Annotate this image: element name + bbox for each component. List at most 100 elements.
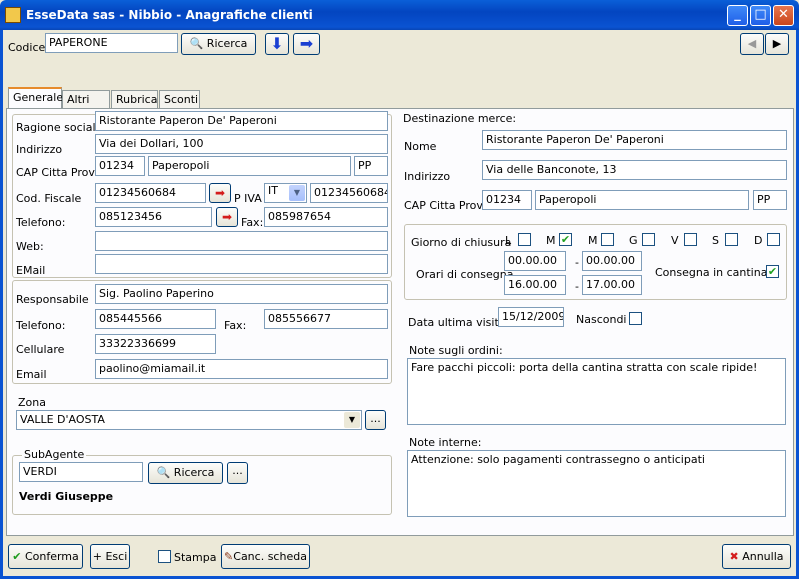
destinazione-label: Destinazione merce: bbox=[403, 112, 517, 125]
cantina-label: Consegna in cantina bbox=[655, 266, 768, 279]
subagente-ricerca-label: Ricerca bbox=[173, 466, 215, 479]
canc-scheda-button[interactable]: ✎Canc. scheda bbox=[221, 544, 310, 569]
day-label: D bbox=[754, 234, 763, 247]
zona-more-button[interactable]: ... bbox=[365, 410, 386, 430]
day-label: S bbox=[712, 234, 719, 247]
chevron-down-icon: ▼ bbox=[344, 412, 360, 428]
resp-telefono-label: Telefono: bbox=[16, 319, 66, 332]
cellulare-input[interactable]: 33322336699 bbox=[95, 334, 216, 354]
visita-input[interactable]: 15/12/2009 bbox=[498, 307, 564, 327]
tab-rubrica[interactable]: Rubrica bbox=[111, 90, 158, 108]
telefono-input[interactable]: 085123456 bbox=[95, 207, 212, 227]
orario1-da-input[interactable]: 00.00.00 bbox=[504, 251, 566, 271]
resp-email-label: Email bbox=[16, 368, 47, 381]
dest-prov-input[interactable]: PP bbox=[753, 190, 787, 210]
nav-next-button[interactable]: ▶ bbox=[765, 33, 789, 55]
zona-select[interactable]: VALLE D'AOSTA ▼ bbox=[16, 410, 362, 430]
piva-input[interactable]: 01234560684 bbox=[310, 183, 388, 203]
visita-label: Data ultima visita: bbox=[408, 316, 510, 329]
stampa-label: Stampa bbox=[174, 551, 217, 564]
zona-label: Zona bbox=[18, 396, 46, 409]
subagente-nome: Verdi Giuseppe bbox=[19, 490, 114, 503]
day-checkbox[interactable] bbox=[767, 233, 780, 246]
responsabile-input[interactable]: Sig. Paolino Paperino bbox=[95, 284, 388, 304]
esci-button[interactable]: + Esci bbox=[90, 544, 130, 569]
indirizzo-label: Indirizzo bbox=[16, 143, 63, 156]
resp-fax-label: Fax: bbox=[224, 319, 247, 332]
dest-indirizzo-label: Indirizzo bbox=[404, 170, 451, 183]
dest-citta-input[interactable]: Paperopoli bbox=[535, 190, 749, 210]
tab-generale[interactable]: Generale bbox=[8, 87, 63, 109]
arrow-down-icon[interactable]: ⬇ bbox=[265, 33, 289, 55]
email-input[interactable] bbox=[95, 254, 388, 274]
stampa-checkbox[interactable] bbox=[158, 550, 171, 563]
note-interne-label: Note interne: bbox=[409, 436, 482, 449]
codice-input[interactable]: PAPERONE bbox=[45, 33, 178, 53]
day-checkbox[interactable] bbox=[601, 233, 614, 246]
codice-label: Codice: bbox=[8, 41, 49, 54]
nav-prev-button[interactable]: ◀ bbox=[740, 33, 764, 55]
subagente-ricerca-button[interactable]: 🔍 Ricerca bbox=[148, 462, 223, 484]
cap-input[interactable]: 01234 bbox=[95, 156, 145, 176]
dest-nome-input[interactable]: Ristorante Paperon De' Paperoni bbox=[482, 130, 787, 150]
day-checkbox[interactable]: ✔ bbox=[559, 233, 572, 246]
eraser-icon: ✎ bbox=[224, 550, 234, 563]
orario2-da-input[interactable]: 16.00.00 bbox=[504, 275, 566, 295]
web-input[interactable] bbox=[95, 231, 388, 251]
indirizzo-input[interactable]: Via dei Dollari, 100 bbox=[95, 134, 388, 154]
piva-country-select[interactable]: IT ▼ bbox=[264, 183, 307, 203]
ricerca-button[interactable]: 🔍 Ricerca bbox=[181, 33, 256, 55]
zona-value: VALLE D'AOSTA bbox=[20, 413, 105, 426]
checkmark-icon: ✔ bbox=[12, 550, 22, 563]
subagente-input[interactable]: VERDI bbox=[19, 462, 143, 482]
orario1-a-input[interactable]: 00.00.00 bbox=[582, 251, 642, 271]
arrow-right-red-icon[interactable]: ➡ bbox=[209, 183, 231, 203]
resp-telefono-input[interactable]: 085445566 bbox=[95, 309, 216, 329]
chevron-down-icon: ▼ bbox=[289, 185, 305, 201]
day-label: V bbox=[671, 234, 679, 247]
nascondi-checkbox[interactable] bbox=[629, 312, 642, 325]
cantina-checkbox[interactable]: ✔ bbox=[766, 265, 779, 278]
chiusura-label: Giorno di chiusura bbox=[411, 236, 512, 249]
dest-indirizzo-input[interactable]: Via delle Banconote, 13 bbox=[482, 160, 787, 180]
arrow-right-icon[interactable]: ➡ bbox=[293, 33, 320, 55]
search-icon: 🔍 bbox=[189, 37, 204, 50]
ragione-sociale-input[interactable]: Ristorante Paperon De' Paperoni bbox=[95, 111, 388, 131]
citta-input[interactable]: Paperopoli bbox=[148, 156, 351, 176]
tab-sconti[interactable]: Sconti bbox=[159, 90, 200, 108]
cod-fiscale-input[interactable]: 01234560684 bbox=[95, 183, 206, 203]
telefono-label: Telefono: bbox=[16, 216, 66, 229]
orario1-sep: - bbox=[575, 256, 579, 269]
canc-label: Canc. scheda bbox=[233, 550, 307, 563]
dest-cap-input[interactable]: 01234 bbox=[482, 190, 532, 210]
day-label: L bbox=[505, 234, 512, 247]
annulla-button[interactable]: ✖ Annulla bbox=[722, 544, 791, 569]
day-checkbox[interactable] bbox=[725, 233, 738, 246]
resp-fax-input[interactable]: 085556677 bbox=[264, 309, 388, 329]
day-checkbox[interactable] bbox=[642, 233, 655, 246]
subagente-more-button[interactable]: ... bbox=[227, 462, 248, 484]
piva-label: P IVA bbox=[234, 192, 262, 205]
note-ordini-textarea[interactable]: Fare pacchi piccoli: porta della cantina… bbox=[407, 358, 786, 425]
responsabile-label: Responsabile bbox=[16, 293, 89, 306]
day-label: M bbox=[546, 234, 556, 247]
minimize-button[interactable]: _ bbox=[727, 5, 748, 26]
piva-country-value: IT bbox=[268, 184, 278, 197]
fax-input[interactable]: 085987654 bbox=[264, 207, 388, 227]
close-button[interactable]: ✕ bbox=[773, 5, 794, 26]
day-checkbox[interactable] bbox=[684, 233, 697, 246]
app-icon bbox=[5, 7, 21, 23]
tab-altri-dati[interactable]: Altri dati bbox=[62, 90, 110, 119]
prov-input[interactable]: PP bbox=[354, 156, 388, 176]
arrow-right-red-icon[interactable]: ➡ bbox=[216, 207, 238, 227]
orari-label: Orari di consegna bbox=[416, 268, 514, 281]
day-checkbox[interactable] bbox=[518, 233, 531, 246]
conferma-button[interactable]: ✔ Conferma bbox=[8, 544, 83, 569]
maximize-button[interactable]: □ bbox=[750, 5, 771, 26]
subagente-label: SubAgente bbox=[22, 448, 87, 461]
window-title: EsseData sas - Nibbio - Anagrafiche clie… bbox=[26, 8, 313, 22]
resp-email-input[interactable]: paolino@miamail.it bbox=[95, 359, 388, 379]
orario2-a-input[interactable]: 17.00.00 bbox=[582, 275, 642, 295]
search-icon: 🔍 bbox=[156, 466, 171, 479]
note-interne-textarea[interactable]: Attenzione: solo pagamenti contrassegno … bbox=[407, 450, 786, 517]
